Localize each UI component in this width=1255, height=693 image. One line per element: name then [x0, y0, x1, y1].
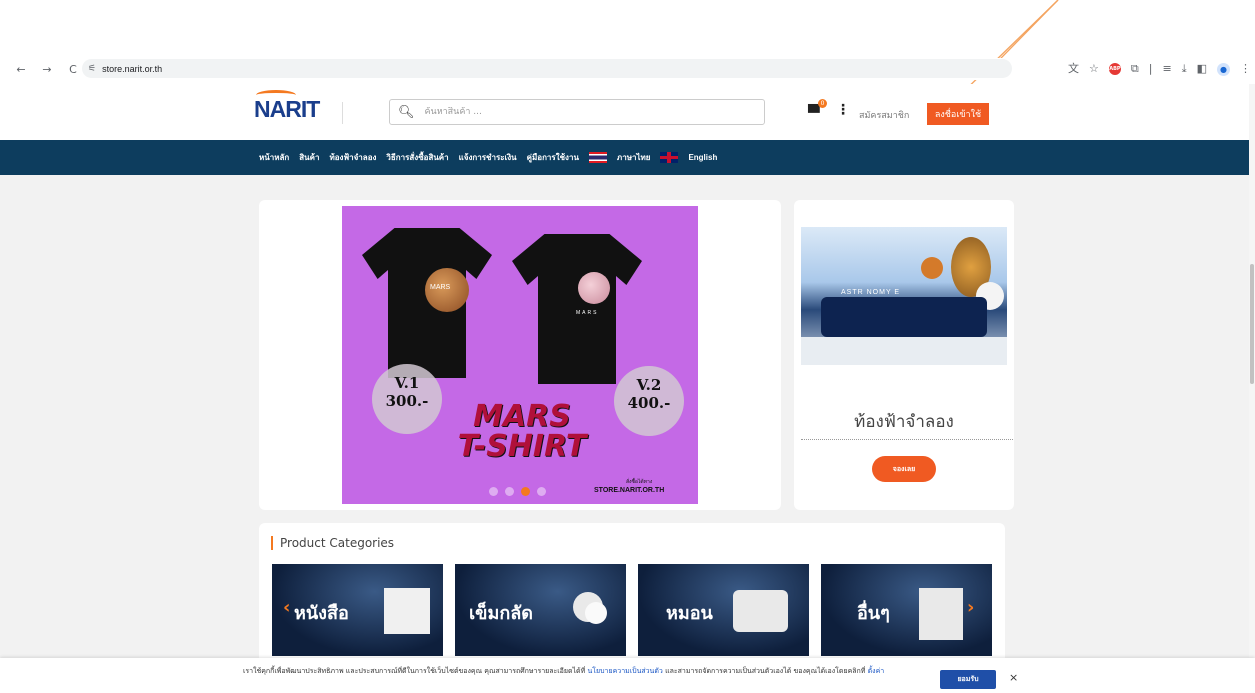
reading-list-icon[interactable]: ≡: [1163, 61, 1172, 77]
astronomy-sign: ASTR NOMY E: [841, 289, 901, 296]
banner-store-url: STORE.NARIT.OR.TH: [594, 487, 665, 494]
scrollbar[interactable]: [1249, 84, 1255, 693]
price-v1-version: V.1: [394, 374, 420, 392]
pillow-icon: [733, 590, 788, 632]
chevron-right-icon[interactable]: ›: [967, 597, 974, 618]
browser-actions: 文 ☆ ABP ⧉ | ≡ ⤓ ◧ ● ⋮: [1068, 61, 1251, 77]
download-icon[interactable]: ⤓: [1182, 61, 1187, 77]
category-tile-books[interactable]: หนังสือ: [272, 564, 443, 656]
nav-how-to-order[interactable]: วิธีการสั่งซื้อสินค้า: [386, 151, 448, 164]
banner-title: MARS T-SHIRT: [432, 402, 612, 462]
exhibit-floor: [801, 337, 1007, 365]
site-header: NARIT 🔍︎ ▀ 0 ⋮ สมัครสมาชิก ลงชื่อเข้าใช้: [0, 84, 1255, 140]
price-v2-version: V.2: [636, 376, 662, 394]
thai-flag-icon[interactable]: [588, 152, 607, 163]
scrollbar-thumb[interactable]: [1250, 264, 1254, 384]
nav-payment[interactable]: แจ้งการชำระเงิน: [459, 151, 517, 164]
browser-toolbar: ← → C ⚟ store.narit.or.th 文 ☆ ABP ⧉ | ≡ …: [0, 58, 1255, 80]
nav-manual[interactable]: คู่มือการใช้งาน: [527, 151, 579, 164]
nav-planetarium[interactable]: ท้องฟ้าจำลอง: [329, 151, 376, 164]
category-label-others: อื่นๆ: [857, 603, 890, 624]
cookie-settings-link[interactable]: ตั้งค่า: [868, 667, 885, 675]
forward-icon[interactable]: →: [38, 63, 56, 76]
carousel-dot-4[interactable]: [537, 487, 546, 496]
planetarium-title: ท้องฟ้าจำลอง: [854, 412, 954, 432]
login-button[interactable]: ลงชื่อเข้าใช้: [927, 103, 989, 125]
cookie-text-part2: และสามารถจัดการความเป็นส่วนตัวเองได้ ของ…: [665, 667, 866, 675]
nav-lang-thai[interactable]: ภาษาไทย: [617, 151, 651, 164]
cart-icon[interactable]: ▀ 0: [808, 99, 827, 122]
site-settings-icon[interactable]: ⚟: [88, 64, 96, 74]
planetarium-image[interactable]: ASTR NOMY E: [801, 227, 1007, 365]
nav-lang-english[interactable]: English: [688, 153, 717, 162]
tshirt-v1-image: [362, 228, 492, 378]
category-tile-pins[interactable]: เข็มกลัด: [455, 564, 626, 656]
category-tile-pillows[interactable]: หมอน: [638, 564, 809, 656]
search-box[interactable]: 🔍︎: [389, 99, 765, 125]
bag-icon: [919, 588, 963, 640]
search-input[interactable]: [424, 107, 745, 117]
url-text[interactable]: store.narit.or.th: [102, 64, 162, 74]
cookie-text: เราใช้คุกกี้เพื่อพัฒนาประสิทธิภาพ และประ…: [243, 666, 943, 676]
translate-icon[interactable]: 文: [1068, 61, 1079, 77]
exhibit-ring: [821, 297, 987, 337]
planetarium-divider: [801, 439, 1013, 440]
address-bar[interactable]: ⚟ store.narit.or.th: [82, 59, 1012, 78]
logo-swoosh: [256, 90, 296, 100]
carousel-dot-2[interactable]: [505, 487, 514, 496]
narit-logo[interactable]: NARIT: [254, 90, 320, 123]
menu-kebab-icon[interactable]: ⋮: [1240, 61, 1251, 77]
planet-label: MARS: [430, 284, 451, 291]
logo-divider: [342, 102, 343, 124]
extensions-icon[interactable]: ⧉: [1131, 61, 1139, 77]
carousel-dots: [489, 487, 546, 496]
side-panel-icon[interactable]: ◧: [1197, 61, 1207, 77]
pin-badge-icon-2: [585, 602, 607, 624]
category-label-pins: เข็มกลัด: [469, 603, 533, 624]
reload-icon[interactable]: C: [64, 63, 82, 76]
banner-title-line1: MARS: [473, 399, 571, 434]
divider-icon: |: [1148, 62, 1153, 75]
price-v2-badge: V.2 400.-: [614, 366, 684, 436]
search-icon[interactable]: 🔍︎: [398, 105, 415, 120]
close-icon[interactable]: ×: [1009, 671, 1018, 684]
cart-count-badge: 0: [818, 99, 827, 108]
category-label-books: หนังสือ: [294, 603, 349, 624]
bookmark-star-icon[interactable]: ☆: [1089, 61, 1099, 77]
profile-icon[interactable]: ●: [1217, 62, 1230, 76]
cookie-text-part1: เราใช้คุกกี้เพื่อพัฒนาประสิทธิภาพ และประ…: [243, 667, 586, 675]
privacy-policy-link[interactable]: นโยบายความเป็นส่วนตัว: [587, 667, 662, 675]
price-v2-amount: 400.-: [627, 394, 671, 412]
back-icon[interactable]: ←: [12, 63, 30, 76]
promo-banner[interactable]: MARS MARS V.1 300.- V.2 400.- MARS T-SHI…: [342, 206, 698, 504]
banner-title-line2: T-SHIRT: [457, 429, 587, 464]
book-now-button[interactable]: จองเลย: [872, 456, 936, 482]
adblock-icon[interactable]: ABP: [1108, 63, 1121, 75]
category-label-pillows: หมอน: [666, 603, 713, 624]
carousel-dot-1[interactable]: [489, 487, 498, 496]
accept-cookies-button[interactable]: ยอมรับ: [940, 670, 996, 689]
carousel-dot-3[interactable]: [521, 487, 530, 496]
preorder-text: สั่งซื้อได้ทาง: [626, 479, 653, 485]
register-link[interactable]: สมัครสมาชิก: [859, 108, 909, 122]
nav-home[interactable]: หน้าหลัก: [259, 151, 289, 164]
pink-planet-image: [578, 272, 610, 304]
main-nav: หน้าหลัก สินค้า ท้องฟ้าจำลอง วิธีการสั่ง…: [0, 140, 1255, 175]
categories-heading: Product Categories: [271, 536, 394, 550]
shirt-mars-label: MARS: [576, 310, 599, 316]
annotation-arrow: [998, 0, 1059, 60]
more-menu-icon[interactable]: ⋮: [836, 102, 850, 118]
chevron-left-icon[interactable]: ‹: [283, 597, 290, 618]
tshirt-v2-image: [512, 234, 642, 384]
mars-planet-image: MARS: [425, 268, 469, 312]
planet-model-small: [921, 257, 943, 279]
nav-products[interactable]: สินค้า: [299, 151, 319, 164]
uk-flag-icon[interactable]: [660, 152, 679, 163]
book-icon: [384, 588, 430, 634]
